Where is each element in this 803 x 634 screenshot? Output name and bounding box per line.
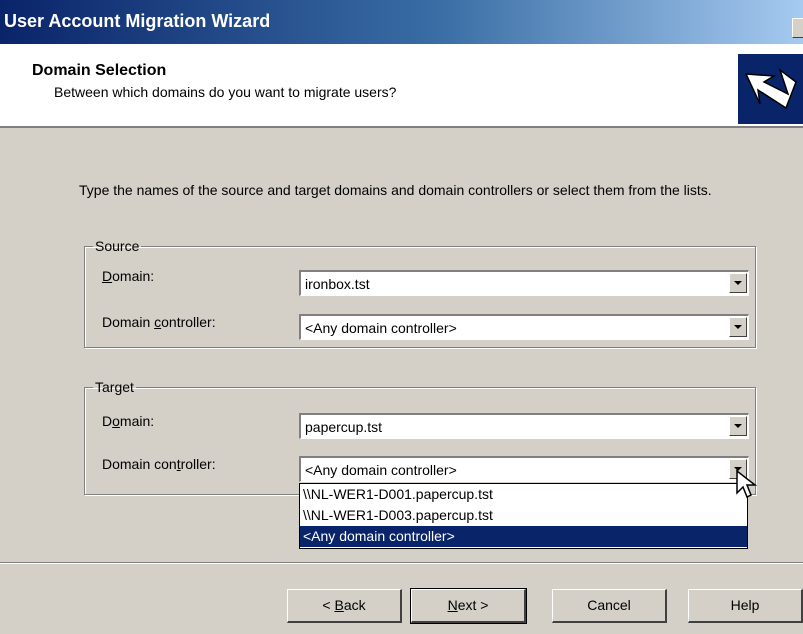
- target-legend: Target: [95, 379, 134, 395]
- wizard-arrow-icon: [738, 54, 803, 124]
- help-button[interactable]: Help: [688, 589, 803, 623]
- mouse-pointer-icon: [736, 469, 758, 499]
- target-domain-value[interactable]: papercup.tst: [305, 419, 382, 435]
- target-domain-label: Domain:: [102, 413, 155, 429]
- target-dc-label: Domain controller:: [102, 456, 216, 472]
- chevron-down-icon[interactable]: [729, 273, 747, 293]
- source-domain-value[interactable]: ironbox.tst: [305, 276, 370, 292]
- source-dc-label: Domain controller:: [102, 314, 216, 330]
- instructions-text: Type the names of the source and target …: [79, 182, 712, 198]
- dropdown-option[interactable]: \\NL-WER1-D001.papercup.tst: [300, 484, 747, 505]
- wizard-header: Domain Selection Between which domains d…: [0, 44, 803, 128]
- target-dc-dropdown-list[interactable]: \\NL-WER1-D001.papercup.tst \\NL-WER1-D0…: [299, 483, 748, 549]
- source-dc-value[interactable]: <Any domain controller>: [305, 320, 457, 336]
- dropdown-option-selected[interactable]: <Any domain controller>: [300, 526, 747, 547]
- dropdown-option[interactable]: \\NL-WER1-D003.papercup.tst: [300, 505, 747, 526]
- back-button[interactable]: < Back: [287, 589, 402, 623]
- target-dc-combo[interactable]: <Any domain controller>: [299, 456, 749, 482]
- title-bar: User Account Migration Wizard: [0, 0, 803, 44]
- source-domain-label: Domain:: [102, 268, 155, 284]
- target-dc-value[interactable]: <Any domain controller>: [305, 462, 457, 478]
- target-domain-combo[interactable]: papercup.tst: [299, 413, 749, 439]
- window-title: User Account Migration Wizard: [4, 11, 271, 31]
- separator: [0, 562, 803, 564]
- chevron-down-icon[interactable]: [729, 416, 747, 436]
- close-button[interactable]: [792, 18, 803, 38]
- next-button[interactable]: Next >: [410, 588, 527, 624]
- page-title: Domain Selection: [32, 62, 167, 79]
- page-subtitle: Between which domains do you want to mig…: [54, 84, 397, 100]
- source-legend: Source: [95, 238, 140, 254]
- chevron-down-icon[interactable]: [729, 317, 747, 337]
- source-domain-combo[interactable]: ironbox.tst: [299, 270, 749, 296]
- cancel-button[interactable]: Cancel: [552, 589, 667, 623]
- source-dc-combo[interactable]: <Any domain controller>: [299, 314, 749, 340]
